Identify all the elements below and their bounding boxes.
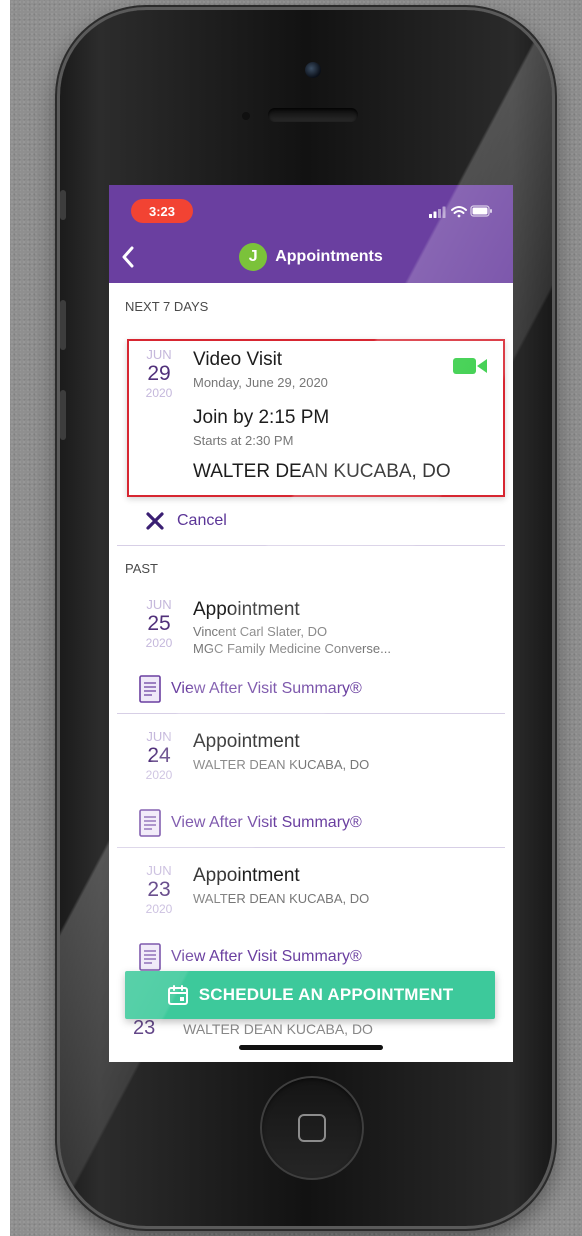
date-month: JUN [146,597,172,612]
home-square-icon [298,1114,326,1142]
earpiece-speaker [268,108,358,122]
proximity-sensor [242,112,250,120]
calendar-icon [167,985,188,1005]
app-header: 3:23 J Appointments [109,185,513,283]
battery-icon [470,205,492,217]
provider-name: WALTER DEAN KUCABA, DO [193,891,370,906]
date-year: 2020 [145,386,173,400]
date-year: 2020 [145,902,173,916]
document-icon [139,809,161,837]
appointment-title: Appointment [193,865,300,886]
volume-up-button [60,300,66,350]
provider-name: Vincent Carl Slater, DO [193,624,328,639]
cancel-button[interactable]: Cancel [145,507,227,535]
date-year: 2020 [145,768,173,782]
back-button[interactable] [113,241,143,273]
join-by-time: Join by 2:15 PM [193,407,330,428]
view-summary-label: View After Visit Summary® [171,814,362,831]
upcoming-appointment-card[interactable]: JUN 29 2020 Video Visit Monday, June 29,… [127,339,505,497]
app-screen: 3:23 J Appointments NEXT 7 DAYS JUN 29 2… [109,185,513,1062]
date-badge: JUN 24 2020 [137,729,181,783]
appointment-title: Appointment [193,731,300,752]
home-button[interactable] [260,1076,364,1180]
location-name: MGC Family Medicine Converse... [193,641,391,656]
date-month: JUN [146,729,172,744]
divider [117,545,505,546]
status-icons [423,203,495,219]
cancel-label: Cancel [177,512,227,529]
divider [117,847,505,848]
provider-name: WALTER DEAN KUCABA, DO [193,461,451,482]
date-day: 29 [147,362,171,385]
date-year: 2020 [145,636,173,650]
date-month: JUN [146,863,172,878]
page-title: Appointments [275,248,383,265]
view-summary-link[interactable]: View After Visit Summary® [139,673,362,705]
date-badge: JUN 25 2020 [137,597,181,651]
wifi-icon [451,206,467,218]
divider [117,713,505,714]
phone-frame: 3:23 J Appointments NEXT 7 DAYS JUN 29 2… [60,10,552,1226]
front-camera [305,62,321,78]
appointment-date-text: Monday, June 29, 2020 [193,375,328,390]
avatar[interactable]: J [239,243,268,271]
mute-switch [60,190,66,220]
schedule-appointment-button[interactable]: SCHEDULE AN APPOINTMENT [125,971,495,1019]
view-summary-label: View After Visit Summary® [171,948,362,965]
list-item[interactable]: JUN 23 2020 Appointment WALTER DEAN KUCA… [109,859,513,939]
signal-icon [429,206,446,218]
date-day: 24 [147,744,171,767]
appointment-title: Video Visit [193,349,283,370]
view-summary-label: View After Visit Summary® [171,680,362,697]
view-summary-link[interactable]: View After Visit Summary® [139,941,362,973]
date-badge: JUN 23 2020 [137,863,181,917]
date-month: JUN [146,347,172,362]
date-badge: JUN 29 2020 [137,347,181,401]
start-time: Starts at 2:30 PM [193,433,294,448]
chevron-left-icon [122,246,134,268]
section-label-past: PAST [125,561,158,576]
date-day: 25 [147,612,171,635]
home-indicator[interactable] [239,1045,383,1050]
document-icon [139,943,161,971]
list-item[interactable]: JUN 24 2020 Appointment WALTER DEAN KUCA… [109,725,513,805]
list-item-partial: 23 WALTER DEAN KUCABA, DO [133,1017,373,1040]
document-icon [139,675,161,703]
date-day: 23 [147,878,171,901]
date-day: 23 [133,1017,156,1039]
close-icon [146,512,164,530]
provider-name: WALTER DEAN KUCABA, DO [193,757,370,772]
volume-down-button [60,390,66,440]
schedule-appointment-label: SCHEDULE AN APPOINTMENT [198,985,454,1004]
status-time-pill[interactable]: 3:23 [131,199,193,223]
section-label-upcoming: NEXT 7 DAYS [125,299,209,314]
view-summary-link[interactable]: View After Visit Summary® [139,807,362,839]
nav-title-group: J Appointments [109,241,513,273]
video-camera-icon[interactable] [453,357,489,375]
appointment-title: Appointment [193,599,300,620]
provider-name: WALTER DEAN KUCABA, DO [183,1021,373,1037]
